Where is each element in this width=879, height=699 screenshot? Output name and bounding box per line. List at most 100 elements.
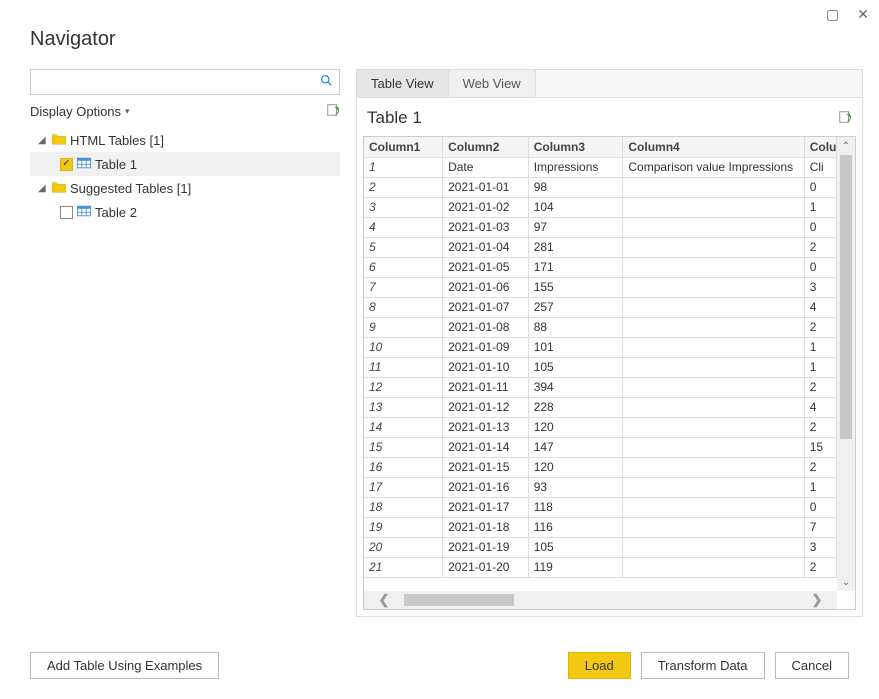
- table-cell: 5: [364, 237, 443, 257]
- data-grid: Column1Column2Column3Column4Colum 1DateI…: [363, 136, 856, 610]
- table-cell: [623, 317, 804, 337]
- column-header[interactable]: Column4: [623, 137, 804, 157]
- scroll-left-icon[interactable]: ❮: [364, 591, 404, 609]
- table-cell: 2021-01-05: [443, 257, 529, 277]
- table-cell: 171: [528, 257, 623, 277]
- table-row[interactable]: 152021-01-1414715: [364, 437, 837, 457]
- tree-item-table-1[interactable]: Table 1: [30, 152, 340, 176]
- transform-data-button[interactable]: Transform Data: [641, 652, 765, 679]
- chevron-down-icon: ▾: [125, 106, 130, 117]
- table-cell: 2: [804, 417, 836, 437]
- table-row[interactable]: 92021-01-08882: [364, 317, 837, 337]
- scrollbar-thumb[interactable]: [404, 594, 514, 606]
- add-table-using-examples-button[interactable]: Add Table Using Examples: [30, 652, 219, 679]
- checkbox-checked[interactable]: [60, 158, 73, 171]
- table-row[interactable]: 102021-01-091011: [364, 337, 837, 357]
- table-cell: 2021-01-14: [443, 437, 529, 457]
- table-row[interactable]: 1DateImpressionsComparison value Impress…: [364, 157, 837, 177]
- table-row[interactable]: 162021-01-151202: [364, 457, 837, 477]
- page-title: Navigator: [0, 0, 879, 69]
- table-cell: 13: [364, 397, 443, 417]
- table-cell: [623, 337, 804, 357]
- close-icon[interactable]: ✕: [857, 6, 869, 23]
- tree-group-html-tables[interactable]: ◢ HTML Tables [1]: [30, 128, 340, 152]
- table-row[interactable]: 172021-01-16931: [364, 477, 837, 497]
- column-header[interactable]: Column2: [443, 137, 529, 157]
- table-cell: 2021-01-07: [443, 297, 529, 317]
- horizontal-scrollbar[interactable]: ❮ ❯: [364, 591, 837, 609]
- table-cell: 1: [804, 197, 836, 217]
- scrollbar-thumb[interactable]: [840, 155, 852, 439]
- table-cell: 9: [364, 317, 443, 337]
- table-row[interactable]: 192021-01-181167: [364, 517, 837, 537]
- table-cell: [623, 557, 804, 577]
- table-cell: 120: [528, 417, 623, 437]
- table-cell: 3: [804, 537, 836, 557]
- tab-table-view[interactable]: Table View: [357, 70, 449, 97]
- table-cell: 281: [528, 237, 623, 257]
- column-header[interactable]: Colum: [804, 137, 836, 157]
- table-cell: 1: [364, 157, 443, 177]
- refresh-icon[interactable]: [326, 103, 340, 120]
- table-row[interactable]: 142021-01-131202: [364, 417, 837, 437]
- table-cell: 0: [804, 177, 836, 197]
- checkbox-unchecked[interactable]: [60, 206, 73, 219]
- table-cell: 2021-01-03: [443, 217, 529, 237]
- scroll-down-icon[interactable]: ⌄: [837, 573, 855, 591]
- table-row[interactable]: 22021-01-01980: [364, 177, 837, 197]
- search-input[interactable]: [31, 70, 314, 94]
- table-cell: [623, 517, 804, 537]
- load-button[interactable]: Load: [568, 652, 631, 679]
- table-row[interactable]: 72021-01-061553: [364, 277, 837, 297]
- column-header[interactable]: Column1: [364, 137, 443, 157]
- table-cell: 120: [528, 457, 623, 477]
- table-cell: 21: [364, 557, 443, 577]
- table-cell: 97: [528, 217, 623, 237]
- scroll-up-icon[interactable]: ⌃: [837, 137, 855, 155]
- table-row[interactable]: 62021-01-051710: [364, 257, 837, 277]
- maximize-icon[interactable]: ▢: [826, 6, 839, 23]
- table-cell: 8: [364, 297, 443, 317]
- table-row[interactable]: 122021-01-113942: [364, 377, 837, 397]
- table-row[interactable]: 82021-01-072574: [364, 297, 837, 317]
- table-cell: [623, 437, 804, 457]
- preview-title: Table 1: [367, 108, 422, 128]
- vertical-scrollbar[interactable]: ⌃ ⌄: [837, 137, 855, 591]
- expander-icon[interactable]: ◢: [38, 135, 48, 146]
- tree-group-suggested-tables[interactable]: ◢ Suggested Tables [1]: [30, 176, 340, 200]
- search-icon[interactable]: [314, 74, 339, 90]
- table-icon: [77, 205, 91, 220]
- table-row[interactable]: 52021-01-042812: [364, 237, 837, 257]
- table-row[interactable]: 42021-01-03970: [364, 217, 837, 237]
- table-row[interactable]: 112021-01-101051: [364, 357, 837, 377]
- search-box[interactable]: [30, 69, 340, 95]
- table-row[interactable]: 212021-01-201192: [364, 557, 837, 577]
- cancel-button[interactable]: Cancel: [775, 652, 849, 679]
- table-row[interactable]: 132021-01-122284: [364, 397, 837, 417]
- table-row[interactable]: 32021-01-021041: [364, 197, 837, 217]
- scroll-right-icon[interactable]: ❯: [797, 591, 837, 609]
- display-options-dropdown[interactable]: Display Options ▾: [30, 104, 130, 119]
- table-cell: [623, 297, 804, 317]
- tab-web-view[interactable]: Web View: [449, 70, 536, 97]
- tree-item-table-2[interactable]: Table 2: [30, 200, 340, 224]
- tree-item-label: Table 2: [95, 205, 137, 220]
- table-cell: 4: [364, 217, 443, 237]
- table-cell: 116: [528, 517, 623, 537]
- table-cell: 105: [528, 357, 623, 377]
- table-row[interactable]: 182021-01-171180: [364, 497, 837, 517]
- table-cell: 155: [528, 277, 623, 297]
- table-cell: 2021-01-02: [443, 197, 529, 217]
- table-row[interactable]: 202021-01-191053: [364, 537, 837, 557]
- table-cell: [623, 177, 804, 197]
- table-cell: 228: [528, 397, 623, 417]
- table-cell: 118: [528, 497, 623, 517]
- table-cell: 2: [804, 377, 836, 397]
- table-cell: Cli: [804, 157, 836, 177]
- table-cell: 15: [804, 437, 836, 457]
- expander-icon[interactable]: ◢: [38, 183, 48, 194]
- column-header[interactable]: Column3: [528, 137, 623, 157]
- table-cell: 2: [804, 317, 836, 337]
- refresh-preview-icon[interactable]: [838, 110, 852, 127]
- table-cell: 4: [804, 397, 836, 417]
